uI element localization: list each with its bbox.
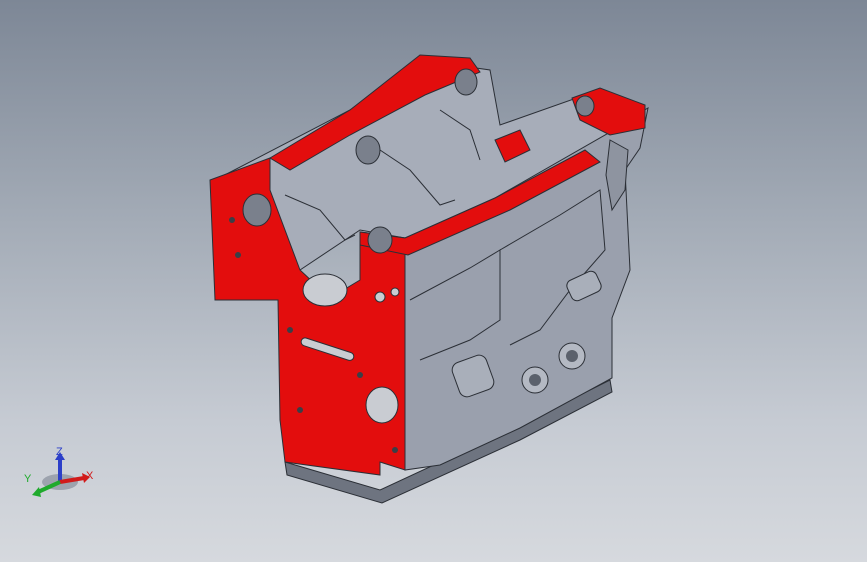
front-hole-4 (390, 287, 400, 297)
triad-z-label: Z (56, 446, 63, 458)
front-hole-3 (374, 291, 386, 303)
crank-bore (302, 273, 348, 307)
front-hole-2 (235, 252, 241, 258)
engine-block-model[interactable] (0, 0, 867, 562)
orientation-triad[interactable]: Z X Y (18, 440, 108, 510)
bore-hole-2 (355, 135, 381, 165)
front-hole-6 (297, 407, 303, 413)
oil-port-2-inner (566, 350, 578, 362)
bore-hole-4 (575, 95, 595, 117)
front-hole-7 (392, 447, 398, 453)
triad-y-label: Y (24, 473, 32, 485)
oil-port-1-inner (529, 374, 541, 386)
front-bore (367, 226, 393, 254)
bore-hole-1 (242, 193, 272, 227)
triad-x-label: X (86, 470, 94, 482)
graphics-viewport[interactable]: Z X Y (0, 0, 867, 562)
front-hole-1 (229, 217, 235, 223)
cam-bore (365, 386, 399, 424)
triad-y-arrow (32, 487, 41, 497)
front-hole-8 (287, 327, 293, 333)
bore-hole-3 (454, 68, 478, 96)
front-hole-5 (357, 372, 363, 378)
